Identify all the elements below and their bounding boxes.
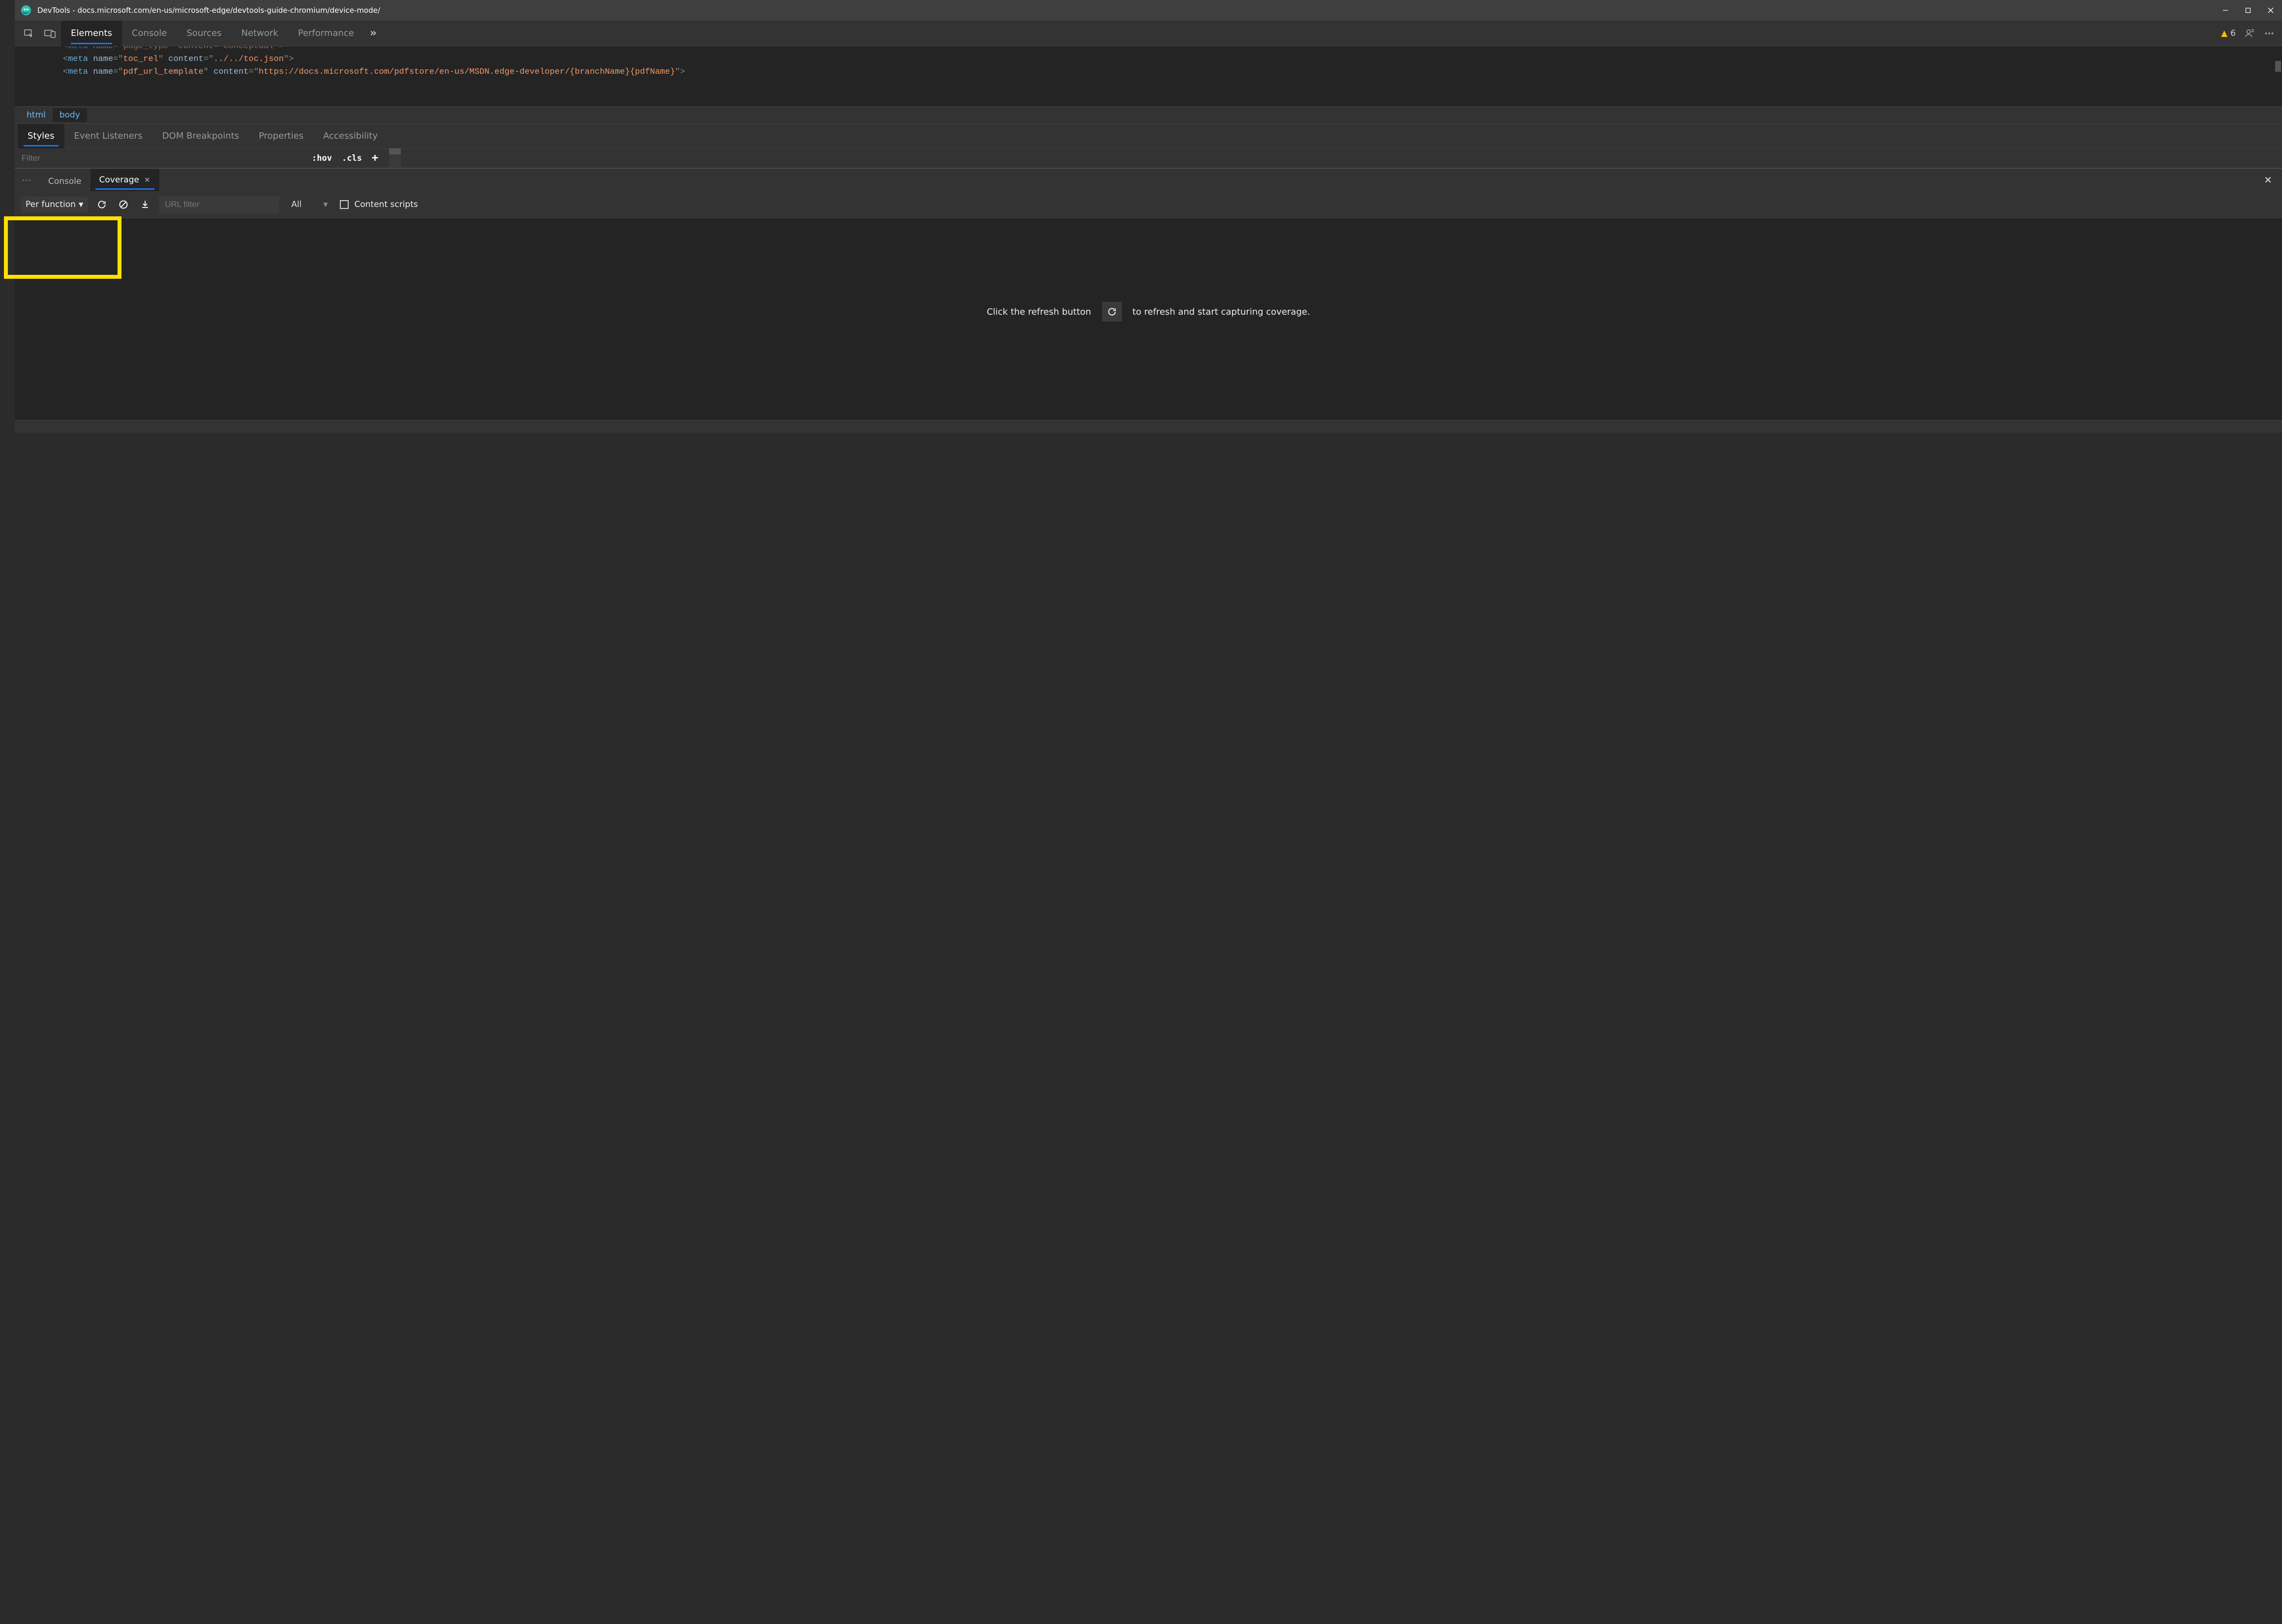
tabs-overflow-button[interactable]: » xyxy=(364,27,383,39)
export-button[interactable] xyxy=(137,197,153,212)
breadcrumb-html[interactable]: html xyxy=(20,108,53,122)
breadcrumb-body[interactable]: body xyxy=(53,108,87,122)
tab-console[interactable]: Console xyxy=(122,21,177,46)
hov-toggle[interactable]: :hov xyxy=(312,153,332,163)
refresh-button[interactable] xyxy=(1102,302,1122,322)
drawer-close-icon[interactable]: ✕ xyxy=(2259,174,2277,186)
tab-sources[interactable]: Sources xyxy=(177,21,231,46)
new-style-rule-button[interactable]: + xyxy=(372,153,378,164)
chevron-down-icon: ▼ xyxy=(79,201,83,208)
tab-network-label: Network xyxy=(241,28,278,38)
more-options-icon[interactable] xyxy=(2259,28,2279,39)
devtools-window: DevTools - docs.microsoft.com/en-us/micr… xyxy=(15,0,2282,433)
drawer-tab-console[interactable]: Console xyxy=(39,169,90,191)
tab-styles[interactable]: Styles xyxy=(18,124,64,148)
reload-button[interactable] xyxy=(94,197,110,212)
close-tab-icon[interactable]: ✕ xyxy=(144,176,150,184)
content-scripts-checkbox[interactable]: Content scripts xyxy=(340,200,418,209)
tab-elements[interactable]: Elements xyxy=(61,21,122,46)
tab-elements-label: Elements xyxy=(71,28,112,38)
feedback-icon[interactable] xyxy=(2240,28,2259,39)
elements-side-tabs: Styles Event Listeners DOM Breakpoints P… xyxy=(15,124,2282,148)
coverage-url-filter-input[interactable] xyxy=(159,196,279,213)
dom-line[interactable]: <meta name="pdf_url_template" content="h… xyxy=(63,66,2273,79)
inspect-element-icon[interactable] xyxy=(18,21,39,46)
main-toolbar: Elements Console Sources Network Perform… xyxy=(15,21,2282,46)
styles-filter-input[interactable] xyxy=(15,148,305,168)
cls-toggle[interactable]: .cls xyxy=(342,153,362,163)
coverage-hint-right: to refresh and start capturing coverage. xyxy=(1133,307,1310,317)
coverage-hint-left: Click the refresh button xyxy=(987,307,1091,317)
styles-toolbar: :hov .cls + xyxy=(15,148,2282,168)
dom-line[interactable]: <meta name="page_type" content="conceptu… xyxy=(63,46,2273,53)
window-minimize-button[interactable] xyxy=(2214,0,2237,21)
coverage-granularity-dropdown[interactable]: Per function ▼ xyxy=(21,197,88,212)
issues-badge[interactable]: ▲ 6 xyxy=(2221,29,2236,38)
tab-properties[interactable]: Properties xyxy=(249,124,313,148)
devtools-app-icon xyxy=(21,5,31,16)
coverage-type-dropdown[interactable]: All ▼ xyxy=(285,200,333,209)
styles-toggles: :hov .cls + xyxy=(305,148,385,168)
checkbox-icon xyxy=(340,200,349,209)
tab-event-listeners[interactable]: Event Listeners xyxy=(64,124,152,148)
window-close-button[interactable] xyxy=(2259,0,2282,21)
device-toolbar-icon[interactable] xyxy=(39,21,61,46)
dom-scrollbar[interactable] xyxy=(2275,61,2281,72)
warning-icon: ▲ xyxy=(2221,29,2227,38)
styles-scrollbar[interactable] xyxy=(389,148,401,168)
coverage-toolbar: Per function ▼ All ▼ Content scripts xyxy=(15,191,2282,218)
drawer-resize-handle[interactable] xyxy=(15,420,2282,433)
tab-performance[interactable]: Performance xyxy=(288,21,364,46)
coverage-empty-state: Click the refresh button to refresh and … xyxy=(15,218,2282,420)
drawer-more-icon[interactable]: ⋯ xyxy=(15,174,39,186)
elements-breadcrumb: html body xyxy=(15,106,2282,124)
dom-line[interactable]: <meta name="toc_rel" content="../../toc.… xyxy=(63,53,2273,66)
clear-button[interactable] xyxy=(116,197,131,212)
drawer-tab-coverage[interactable]: Coverage ✕ xyxy=(90,169,159,191)
chevron-down-icon: ▼ xyxy=(323,201,328,208)
tab-dom-breakpoints[interactable]: DOM Breakpoints xyxy=(152,124,249,148)
tab-performance-label: Performance xyxy=(298,28,354,38)
title-bar: DevTools - docs.microsoft.com/en-us/micr… xyxy=(15,0,2282,21)
window-system-buttons xyxy=(2214,0,2282,21)
tab-sources-label: Sources xyxy=(186,28,221,38)
tab-accessibility[interactable]: Accessibility xyxy=(313,124,388,148)
window-title: DevTools - docs.microsoft.com/en-us/micr… xyxy=(37,6,2214,15)
tab-console-label: Console xyxy=(132,28,167,38)
window-maximize-button[interactable] xyxy=(2237,0,2259,21)
drawer-tabs: ⋯ Console Coverage ✕ ✕ xyxy=(15,168,2282,191)
issues-count: 6 xyxy=(2230,29,2236,38)
elements-dom-tree[interactable]: <meta name="page_type" content="conceptu… xyxy=(15,46,2282,106)
tab-network[interactable]: Network xyxy=(232,21,288,46)
